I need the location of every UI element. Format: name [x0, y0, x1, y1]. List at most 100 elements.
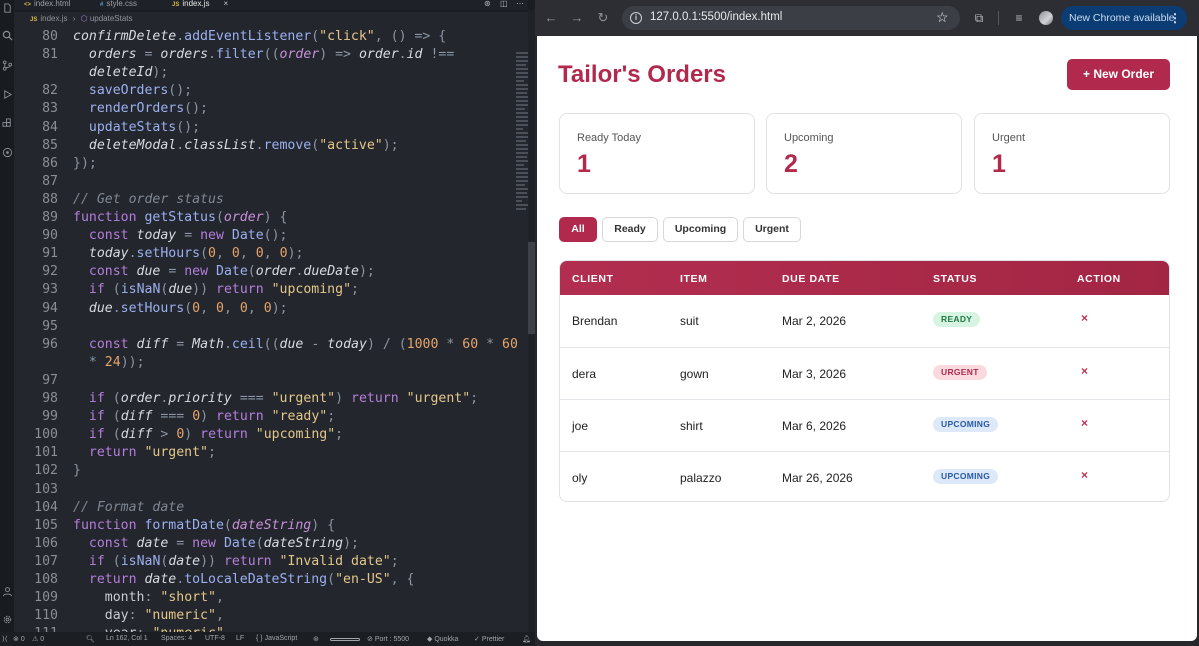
- live-server-port[interactable]: ⊘ Port : 5500: [367, 635, 409, 643]
- editor-scrollbar[interactable]: [528, 10, 535, 632]
- code-line[interactable]: const diff = Math.ceil((due - today) / (…: [73, 337, 518, 352]
- more-actions-icon[interactable]: ⋯: [516, 0, 524, 10]
- code-line[interactable]: if (isNaN(due)) return "upcoming";: [73, 282, 359, 297]
- reload-icon[interactable]: ↻: [595, 10, 611, 26]
- stat-card-upcoming: Upcoming 2: [766, 113, 962, 194]
- notifications-bell-icon[interactable]: 🔔︎: [522, 635, 531, 643]
- tab-index-js[interactable]: JS index.js ×: [172, 0, 228, 10]
- delete-order-icon[interactable]: ×: [1081, 468, 1088, 482]
- address-bar[interactable]: i 127.0.0.1:5500/index.html ☆: [622, 6, 960, 30]
- code-line[interactable]: const due = new Date(order.dueDate);: [73, 264, 375, 279]
- delete-order-icon[interactable]: ×: [1081, 416, 1088, 430]
- code-line[interactable]: if (diff > 0) return "upcoming";: [73, 427, 343, 442]
- split-editor-icon[interactable]: ◫: [500, 0, 508, 10]
- update-chrome-button[interactable]: New Chrome available ⋮: [1061, 6, 1187, 30]
- breadcrumb-file[interactable]: index.js: [40, 14, 67, 23]
- code-line[interactable]: return "urgent";: [73, 445, 216, 460]
- tab-style-css[interactable]: # style.css: [100, 0, 137, 10]
- status-badge: READY: [933, 312, 981, 327]
- source-control-icon[interactable]: [0, 58, 14, 72]
- run-debug-icon[interactable]: [0, 87, 14, 101]
- stat-value: 2: [784, 150, 798, 178]
- breadcrumb-symbol[interactable]: updateStats: [90, 14, 133, 23]
- code-line[interactable]: month: "short",: [73, 590, 224, 605]
- end-of-line[interactable]: LF: [236, 635, 244, 642]
- code-line[interactable]: // Get order status: [73, 192, 224, 207]
- quokka-status[interactable]: ◆ Quokka: [427, 635, 458, 643]
- url-text[interactable]: 127.0.0.1:5500/index.html: [650, 11, 782, 23]
- filter-all-button[interactable]: All: [559, 217, 597, 242]
- code-line[interactable]: function getStatus(order) {: [73, 210, 287, 225]
- code-line[interactable]: return date.toLocaleDateString("en-US", …: [73, 572, 415, 587]
- scrollbar-thumb[interactable]: [528, 242, 535, 334]
- new-order-button[interactable]: + New Order: [1067, 59, 1170, 90]
- code-line[interactable]: confirmDelete.addEventListener("click", …: [73, 29, 446, 44]
- filter-urgent-button[interactable]: Urgent: [743, 217, 801, 242]
- language-mode[interactable]: { } JavaScript: [256, 635, 297, 642]
- code-line[interactable]: day: "numeric",: [73, 608, 224, 623]
- code-line[interactable]: if (isNaN(date)) return "Invalid date";: [73, 554, 399, 569]
- code-line[interactable]: due.setHours(0, 0, 0, 0);: [73, 301, 288, 316]
- extensions-puzzle-icon[interactable]: ⧉: [971, 10, 987, 26]
- progress-indicator: [330, 638, 360, 641]
- code-line[interactable]: }: [73, 463, 81, 478]
- files-icon[interactable]: [0, 1, 14, 15]
- encoding[interactable]: UTF-8: [205, 635, 225, 642]
- line-number: 88: [42, 191, 58, 207]
- code-line[interactable]: const date = new Date(dateString);: [73, 536, 359, 551]
- prettier-status[interactable]: ✓ Prettier: [474, 635, 504, 643]
- remote-indicator-icon[interactable]: ⟩⟨: [2, 635, 7, 643]
- code-line[interactable]: renderOrders();: [73, 101, 208, 116]
- forward-arrow-icon[interactable]: →: [569, 10, 585, 26]
- minimap[interactable]: [516, 52, 528, 212]
- copilot-status-icon[interactable]: ⊛: [313, 635, 319, 643]
- errors-icon[interactable]: ⊗ 0: [13, 635, 25, 643]
- profile-avatar[interactable]: [1039, 11, 1053, 25]
- account-icon[interactable]: [0, 584, 14, 598]
- line-number: 106: [34, 535, 58, 551]
- remote-explorer-icon[interactable]: [0, 145, 14, 159]
- site-info-icon[interactable]: i: [630, 12, 642, 24]
- status-badge: UPCOMING: [933, 417, 999, 432]
- bookmark-star-icon[interactable]: ☆: [936, 9, 949, 26]
- filter-upcoming-button[interactable]: Upcoming: [663, 217, 738, 242]
- search-icon[interactable]: [0, 28, 14, 42]
- code-line[interactable]: deleteId);: [73, 65, 168, 80]
- filter-ready-button[interactable]: Ready: [602, 217, 658, 242]
- code-line[interactable]: saveOrders();: [73, 83, 192, 98]
- close-tab-icon[interactable]: ×: [223, 0, 228, 8]
- zoom-icon[interactable]: 🔍︎: [86, 635, 95, 643]
- code-editor[interactable]: 80 confirmDelete.addEventListener("click"…: [14, 26, 528, 632]
- stat-value: 1: [992, 150, 1006, 178]
- cursor-position[interactable]: Ln 162, Col 1: [106, 635, 148, 642]
- code-line[interactable]: if (diff === 0) return "ready";: [73, 409, 335, 424]
- settings-gear-icon[interactable]: [0, 612, 14, 626]
- code-line[interactable]: deleteModal.classList.remove("active");: [73, 138, 399, 153]
- stat-label: Urgent: [992, 132, 1026, 144]
- code-line[interactable]: orders = orders.filter((order) => order.…: [73, 47, 454, 62]
- code-line[interactable]: updateStats();: [73, 120, 200, 135]
- back-arrow-icon[interactable]: ←: [543, 10, 559, 26]
- menu-kebab-icon[interactable]: ⋮: [1169, 6, 1181, 30]
- code-line[interactable]: // Format date: [73, 500, 184, 515]
- delete-order-icon[interactable]: ×: [1081, 311, 1088, 325]
- line-number: 87: [42, 173, 58, 189]
- copilot-icon[interactable]: ⊛: [484, 0, 491, 10]
- cell-client: Brendan: [572, 314, 618, 328]
- stat-label: Upcoming: [784, 132, 834, 144]
- code-line[interactable]: * 24));: [73, 355, 145, 370]
- line-number: 89: [42, 210, 58, 225]
- warnings-icon[interactable]: ⚠ 0: [32, 635, 44, 643]
- extensions-icon[interactable]: [0, 116, 14, 130]
- code-line[interactable]: if (order.priority === "urgent") return …: [73, 391, 478, 406]
- delete-order-icon[interactable]: ×: [1081, 364, 1088, 378]
- cell-item: palazzo: [680, 471, 722, 485]
- tab-index-html[interactable]: <> index.html: [24, 0, 70, 10]
- code-line[interactable]: const today = new Date();: [73, 228, 288, 243]
- code-line[interactable]: function formatDate(dateString) {: [73, 518, 335, 533]
- code-line[interactable]: today.setHours(0, 0, 0, 0);: [73, 246, 304, 261]
- reading-list-icon[interactable]: ≡: [1011, 10, 1027, 26]
- indentation[interactable]: Spaces: 4: [161, 635, 192, 642]
- code-line[interactable]: });: [73, 156, 97, 171]
- stat-card-ready-today: Ready Today 1: [559, 113, 755, 194]
